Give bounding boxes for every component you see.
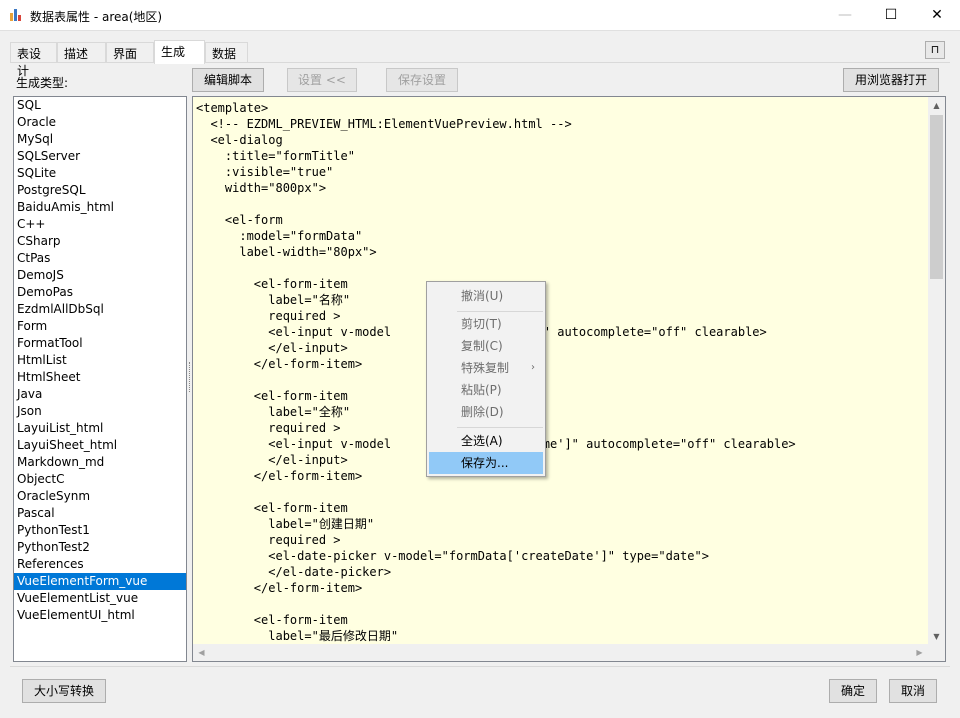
list-item[interactable]: VueElementList_vue: [14, 590, 186, 607]
menu-undo[interactable]: 撤消(U): [429, 285, 543, 307]
code-line: <el-form: [196, 213, 283, 227]
horizontal-scrollbar[interactable]: ◀ ▶: [193, 644, 945, 661]
tab-table-design[interactable]: 表设计: [10, 42, 57, 78]
list-item[interactable]: Java: [14, 386, 186, 403]
list-item[interactable]: Json: [14, 403, 186, 420]
list-item[interactable]: VueElementUI_html: [14, 607, 186, 624]
submenu-arrow-icon: ›: [531, 362, 535, 373]
list-item[interactable]: OracleSynm: [14, 488, 186, 505]
scroll-up-icon[interactable]: ▲: [928, 97, 945, 114]
code-line: label="创建日期": [196, 517, 375, 531]
footer-divider: [10, 666, 950, 667]
scroll-thumb[interactable]: [930, 115, 943, 279]
menu-separator: [457, 427, 543, 428]
code-line: <el-form-item: [196, 613, 348, 627]
list-item[interactable]: BaiduAmis_html: [14, 199, 186, 216]
code-line: width="800px">: [196, 181, 327, 195]
menu-special-copy-label: 特殊复制: [461, 361, 510, 375]
list-item[interactable]: LayuiSheet_html: [14, 437, 186, 454]
open-in-browser-button[interactable]: 用浏览器打开: [843, 68, 939, 92]
tab-ui[interactable]: 界面: [106, 42, 154, 63]
list-item[interactable]: References: [14, 556, 186, 573]
list-item[interactable]: DemoJS: [14, 267, 186, 284]
list-item[interactable]: Oracle: [14, 114, 186, 131]
list-item[interactable]: VueElementForm_vue: [14, 573, 186, 590]
list-item[interactable]: C++: [14, 216, 186, 233]
code-line: label="最后修改日期": [196, 629, 399, 643]
scroll-down-icon[interactable]: ▼: [928, 628, 945, 645]
tab-data[interactable]: 数据: [205, 42, 248, 63]
list-item[interactable]: PythonTest1: [14, 522, 186, 539]
menu-select-all[interactable]: 全选(A): [429, 430, 543, 452]
code-line: required >: [196, 533, 341, 547]
list-item[interactable]: CSharp: [14, 233, 186, 250]
list-item[interactable]: PythonTest2: [14, 539, 186, 556]
list-item[interactable]: EzdmlAllDbSql: [14, 301, 186, 318]
list-item[interactable]: SQL: [14, 97, 186, 114]
list-item[interactable]: Form: [14, 318, 186, 335]
gen-type-list[interactable]: SQL Oracle MySql SQLServer SQLite PostgreSQL B…: [13, 96, 187, 662]
tab-generate[interactable]: 生成: [154, 40, 205, 64]
case-convert-button[interactable]: 大小写转换: [22, 679, 106, 703]
code-line: :model="formData": [196, 229, 363, 243]
cancel-button[interactable]: 取消: [889, 679, 937, 703]
app-icon: [9, 8, 23, 22]
menu-special-copy[interactable]: 特殊复制 ›: [429, 357, 543, 379]
list-item[interactable]: ObjectC: [14, 471, 186, 488]
tab-description[interactable]: 描述: [57, 42, 106, 63]
scroll-right-icon[interactable]: ▶: [911, 644, 928, 661]
title-bar: 数据表属性 - area(地区) — ☐ ✕: [0, 0, 960, 31]
code-line: </el-form-item>: [196, 581, 363, 595]
maximize-button[interactable]: ☐: [868, 0, 914, 31]
list-item[interactable]: MySql: [14, 131, 186, 148]
menu-copy[interactable]: 复制(C): [429, 335, 543, 357]
list-item[interactable]: Pascal: [14, 505, 186, 522]
code-line: <template>: [196, 101, 269, 115]
edit-script-button[interactable]: 编辑脚本: [192, 68, 264, 92]
code-line: :visible="true": [196, 165, 334, 179]
code-line: :title="formTitle": [196, 149, 355, 163]
save-settings-button[interactable]: 保存设置: [386, 68, 458, 92]
menu-delete[interactable]: 删除(D): [429, 401, 543, 423]
list-item[interactable]: PostgreSQL: [14, 182, 186, 199]
gen-type-label: 生成类型:: [16, 76, 69, 90]
pin-button[interactable]: ⊓: [925, 41, 945, 59]
list-item[interactable]: SQLServer: [14, 148, 186, 165]
list-item[interactable]: FormatTool: [14, 335, 186, 352]
list-item[interactable]: HtmlList: [14, 352, 186, 369]
list-item[interactable]: HtmlSheet: [14, 369, 186, 386]
list-item[interactable]: DemoPas: [14, 284, 186, 301]
close-button[interactable]: ✕: [914, 0, 960, 31]
code-line: <!-- EZDML_PREVIEW_HTML:ElementVuePrevie…: [196, 117, 572, 131]
vertical-scrollbar[interactable]: ▲ ▼: [928, 97, 945, 645]
minimize-button[interactable]: —: [822, 0, 868, 31]
code-line: <el-dialog: [196, 133, 283, 147]
list-item[interactable]: CtPas: [14, 250, 186, 267]
ok-button[interactable]: 确定: [829, 679, 877, 703]
list-item[interactable]: LayuiList_html: [14, 420, 186, 437]
splitter-handle[interactable]: [189, 362, 191, 392]
menu-save-as[interactable]: 保存为...: [429, 452, 543, 474]
menu-paste[interactable]: 粘贴(P): [429, 379, 543, 401]
context-menu: 撤消(U) 剪切(T) 复制(C) 特殊复制 › 粘贴(P) 删除(D) 全选(…: [426, 281, 546, 477]
list-item[interactable]: Markdown_md: [14, 454, 186, 471]
tab-panel-border: [10, 62, 950, 63]
menu-separator: [457, 311, 543, 312]
scroll-left-icon[interactable]: ◀: [193, 644, 210, 661]
code-line: <el-date-picker v-model="formData['creat…: [196, 549, 709, 563]
window-title: 数据表属性 - area(地区): [30, 10, 163, 24]
menu-cut[interactable]: 剪切(T): [429, 313, 543, 335]
code-editor[interactable]: <template> <!-- EZDML_PREVIEW_HTML:Eleme…: [192, 96, 946, 662]
code-line: <el-form-item: [196, 501, 348, 515]
code-line: label-width="80px">: [196, 245, 377, 259]
list-item[interactable]: SQLite: [14, 165, 186, 182]
code-line: </el-date-picker>: [196, 565, 392, 579]
settings-button[interactable]: 设置 <<: [287, 68, 357, 92]
